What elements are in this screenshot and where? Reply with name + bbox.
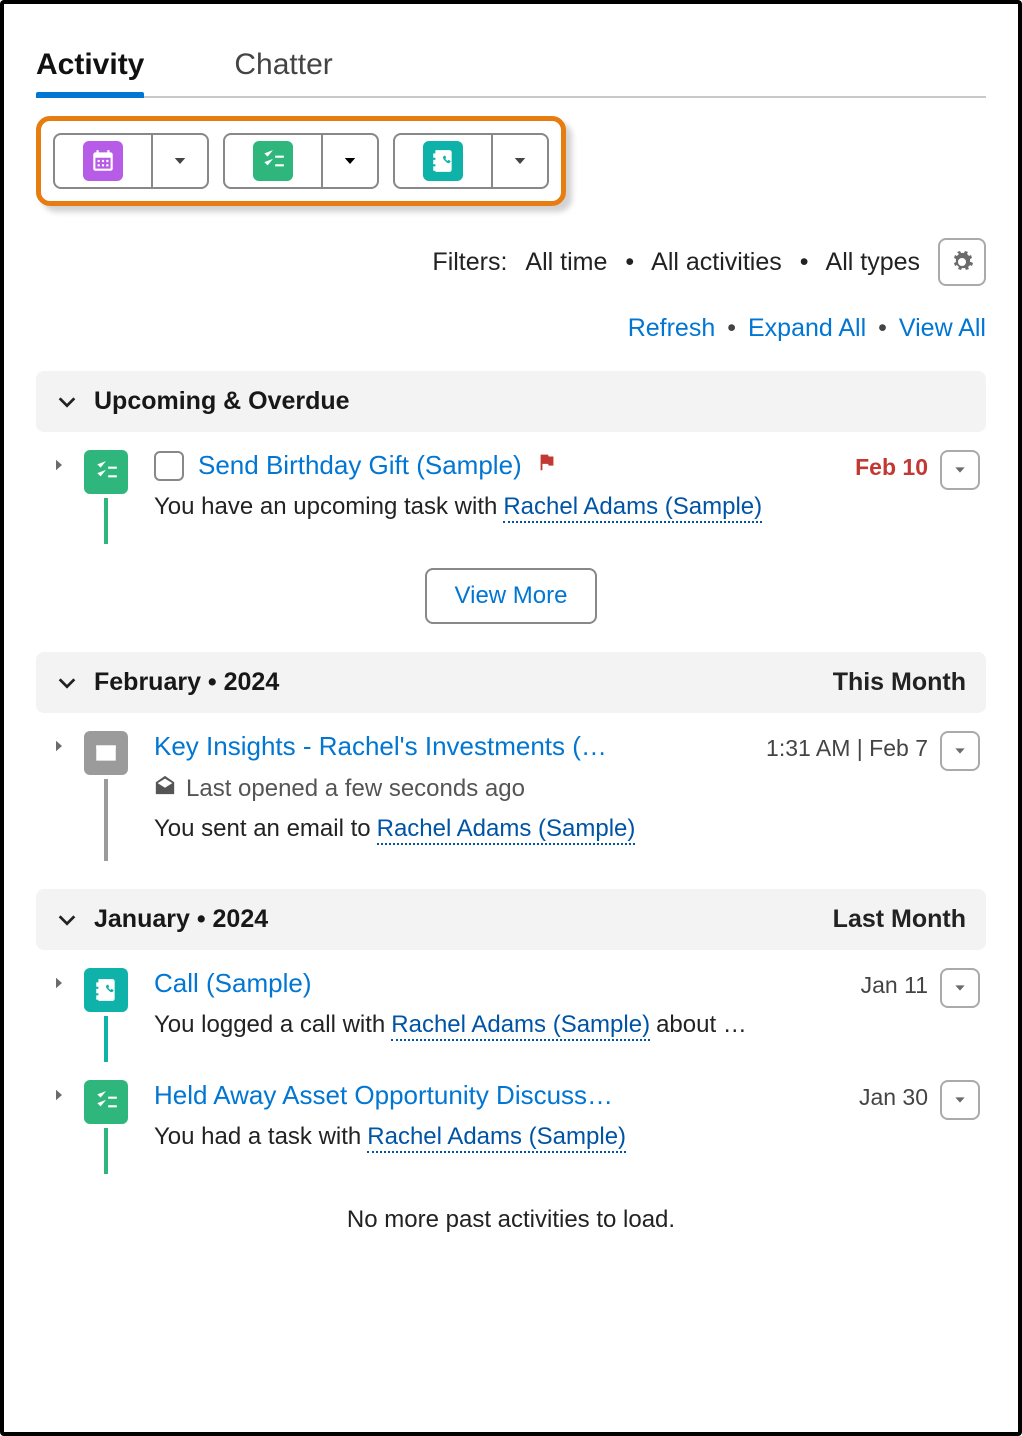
mail-open-icon [154, 774, 176, 796]
activity-item-birthday: Send Birthday Gift (Sample) You have an … [36, 432, 986, 544]
activity-item-held: Held Away Asset Opportunity Discuss… You… [36, 1062, 986, 1174]
section-feb-right: This Month [833, 668, 966, 697]
expand-toggle[interactable] [50, 450, 76, 544]
task-icon [84, 1080, 128, 1124]
activity-sub-prefix: You logged a call with [154, 1011, 385, 1039]
expand-toggle[interactable] [50, 731, 76, 861]
contact-link[interactable]: Rachel Adams (Sample) [503, 493, 762, 523]
chevron-down-icon [56, 672, 78, 694]
activity-date: Jan 30 [859, 1080, 940, 1174]
section-jan-title: January • 2024 [94, 905, 268, 934]
log-call-dropdown[interactable] [491, 135, 547, 187]
tab-activity[interactable]: Activity [36, 40, 144, 96]
no-more-text: No more past activities to load. [36, 1206, 986, 1234]
section-jan-right: Last Month [833, 905, 966, 934]
activity-menu-button[interactable] [940, 731, 980, 771]
view-more-button[interactable]: View More [425, 568, 598, 624]
task-icon [84, 450, 128, 494]
activity-title-link[interactable]: Key Insights - Rachel's Investments (… [154, 731, 607, 762]
tab-chatter[interactable]: Chatter [234, 40, 332, 96]
chevron-down-icon [56, 391, 78, 413]
activity-item-insights: Key Insights - Rachel's Investments (… L… [36, 713, 986, 861]
activity-date: Feb 10 [855, 450, 940, 544]
log-call-button[interactable] [395, 135, 491, 187]
section-upcoming-title: Upcoming & Overdue [94, 387, 350, 416]
gear-icon [950, 250, 974, 274]
activity-title-link[interactable]: Held Away Asset Opportunity Discuss… [154, 1080, 613, 1111]
timeline-line [104, 779, 108, 861]
contact-link[interactable]: Rachel Adams (Sample) [367, 1123, 626, 1153]
section-feb-title: February • 2024 [94, 668, 279, 697]
timeline-line [104, 1128, 108, 1174]
tabs: Activity Chatter [36, 40, 986, 98]
activity-menu-button[interactable] [940, 968, 980, 1008]
activity-date: Jan 11 [861, 968, 940, 1062]
activity-item-call: Call (Sample) You logged a call with Rac… [36, 950, 986, 1062]
section-jan-header[interactable]: January • 2024 Last Month [36, 889, 986, 950]
calendar-icon [83, 141, 123, 181]
activity-title-link[interactable]: Call (Sample) [154, 968, 312, 999]
new-task-split [223, 133, 379, 189]
view-all-link[interactable]: View All [899, 314, 986, 343]
call-icon [84, 968, 128, 1012]
section-upcoming-header[interactable]: Upcoming & Overdue [36, 371, 986, 432]
new-event-button[interactable] [55, 135, 151, 187]
contact-link[interactable]: Rachel Adams (Sample) [377, 815, 636, 845]
timeline-settings-button[interactable] [938, 238, 986, 286]
section-feb-header[interactable]: February • 2024 This Month [36, 652, 986, 713]
filter-activities[interactable]: All activities [651, 248, 782, 277]
activity-sub-prefix: You had a task with [154, 1123, 361, 1151]
filters-row: Filters: All time • All activities • All… [36, 238, 986, 286]
expand-toggle[interactable] [50, 968, 76, 1062]
activity-date: 1:31 AM | Feb 7 [766, 731, 940, 861]
task-icon [253, 141, 293, 181]
flag-icon [536, 451, 558, 480]
expand-all-link[interactable]: Expand All [748, 314, 866, 343]
new-task-dropdown[interactable] [321, 135, 377, 187]
task-checkbox[interactable] [154, 451, 184, 481]
activity-sub-prefix: You have an upcoming task with [154, 493, 497, 521]
chevron-down-icon [56, 909, 78, 931]
activity-sub-prefix: You sent an email to [154, 815, 371, 843]
activity-actions-highlight [36, 116, 566, 206]
new-task-button[interactable] [225, 135, 321, 187]
refresh-link[interactable]: Refresh [628, 314, 716, 343]
filters-label: Filters: [432, 248, 507, 277]
email-icon [84, 731, 128, 775]
contact-link[interactable]: Rachel Adams (Sample) [391, 1011, 650, 1041]
expand-toggle[interactable] [50, 1080, 76, 1174]
new-event-split [53, 133, 209, 189]
activity-title-link[interactable]: Send Birthday Gift (Sample) [198, 450, 522, 481]
activity-menu-button[interactable] [940, 1080, 980, 1120]
activity-menu-button[interactable] [940, 450, 980, 490]
activity-sub-suffix: about … [656, 1011, 747, 1039]
phonebook-icon [423, 141, 463, 181]
last-opened-text: Last opened a few seconds ago [186, 775, 525, 803]
filter-types[interactable]: All types [826, 248, 920, 277]
log-call-split [393, 133, 549, 189]
timeline-line [104, 1016, 108, 1062]
timeline-line [104, 498, 108, 544]
timeline-links: Refresh • Expand All • View All [36, 314, 986, 343]
new-event-dropdown[interactable] [151, 135, 207, 187]
filter-time[interactable]: All time [525, 248, 607, 277]
